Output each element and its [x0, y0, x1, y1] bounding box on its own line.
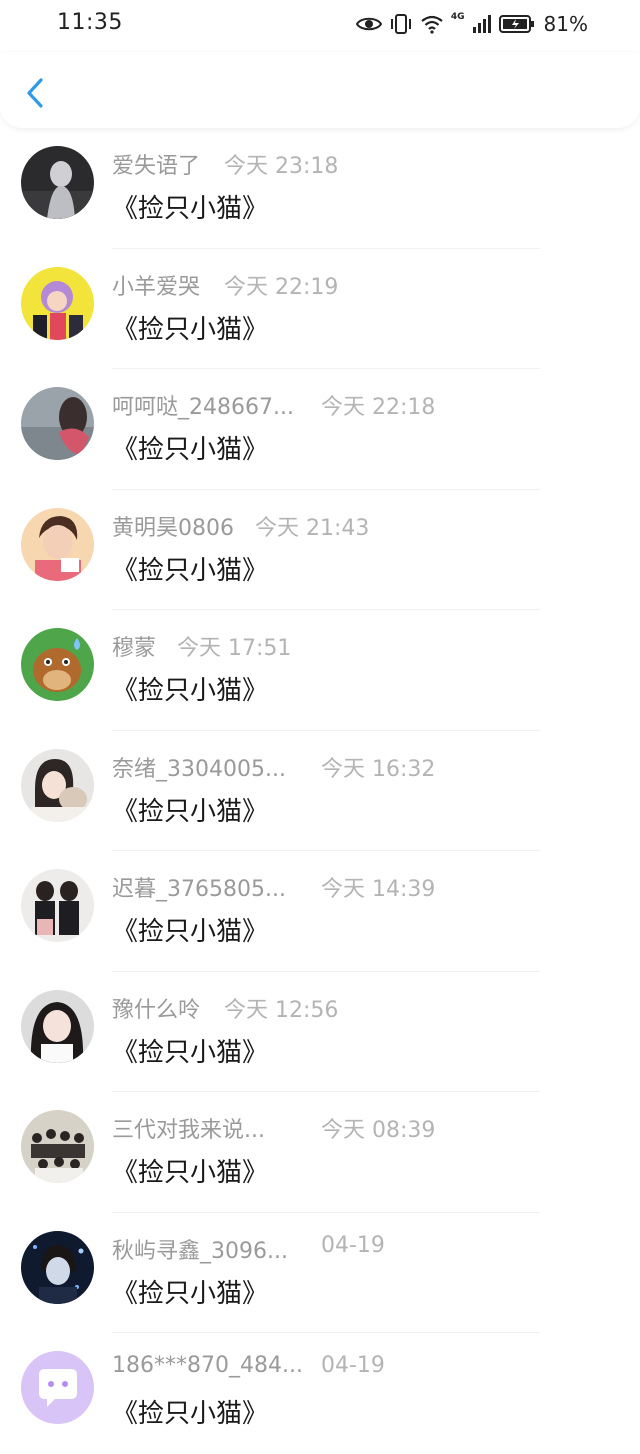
battery-percent: 81% [543, 12, 588, 36]
message-time: 今天 08:39 [321, 1118, 436, 1143]
list-item[interactable]: 黄明昊0806 今天 21:43 《捡只小猫》 [0, 490, 640, 610]
vibrate-icon [390, 14, 411, 34]
sender-name[interactable]: 秋屿寻鑫_3096... [112, 1233, 288, 1265]
sender-name[interactable]: 小羊爱哭 [112, 269, 200, 301]
network-type-label: 4G [450, 12, 465, 22]
avatar[interactable] [21, 266, 94, 340]
message-meta: 呵呵哒_248667... 今天 22:18 [112, 389, 632, 421]
status-icons: 4G 81% [355, 12, 588, 36]
wifi-icon [421, 15, 443, 34]
message-time: 今天 14:39 [321, 877, 436, 902]
list-item[interactable]: 豫什么呤 今天 12:56 《捡只小猫》 [0, 972, 640, 1092]
message-meta: 奈绪_3304005... 今天 16:32 [112, 751, 632, 783]
message-list: 爱失语了 今天 23:18 《捡只小猫》 小羊爱哭 今天 22:19 《捡只小猫… [0, 128, 640, 1454]
sender-name[interactable]: 爱失语了 [112, 148, 200, 180]
avatar[interactable] [21, 1230, 94, 1304]
eye-icon [355, 17, 382, 31]
top-app-bar [0, 52, 640, 128]
message-time: 今天 21:43 [255, 515, 370, 541]
list-item[interactable]: 小羊爱哭 今天 22:19 《捡只小猫》 [0, 249, 640, 369]
message-meta: 迟暮_3765805... 今天 14:39 [112, 871, 632, 903]
status-bar: 11:35 4G 81% [0, 0, 640, 52]
list-item[interactable]: 奈绪_3304005... 今天 16:32 《捡只小猫》 [0, 731, 640, 851]
message-time: 今天 17:51 [177, 636, 292, 661]
avatar[interactable] [21, 387, 94, 460]
avatar[interactable] [21, 628, 94, 701]
list-item[interactable]: 迟暮_3765805... 今天 14:39 《捡只小猫》 [0, 851, 640, 972]
message-meta: 黄明昊0806 今天 21:43 [112, 510, 632, 542]
message-time: 今天 12:56 [224, 997, 339, 1023]
message-meta: 秋屿寻鑫_3096... 04-19 [112, 1232, 632, 1265]
sender-name[interactable]: 豫什么呤 [112, 992, 200, 1024]
avatar[interactable] [21, 1110, 94, 1183]
avatar[interactable] [21, 748, 94, 822]
status-time: 11:35 [57, 10, 123, 35]
list-item[interactable]: 三代对我来说... 今天 08:39 《捡只小猫》 [0, 1092, 640, 1213]
message-content: 《捡只小猫》 [112, 796, 269, 827]
message-meta: 三代对我来说... 今天 08:39 [112, 1112, 632, 1144]
avatar[interactable] [21, 869, 94, 942]
message-time: 04-19 [321, 1353, 385, 1378]
sender-name[interactable]: 186***870_484... [112, 1353, 303, 1378]
message-content: 《捡只小猫》 [112, 676, 269, 706]
message-time: 今天 23:18 [224, 154, 339, 179]
message-content: 《捡只小猫》 [112, 1037, 269, 1068]
sender-name[interactable]: 呵呵哒_248667... [112, 389, 294, 421]
message-time: 今天 22:19 [224, 274, 339, 300]
sender-name[interactable]: 奈绪_3304005... [112, 751, 286, 783]
battery-icon [498, 15, 534, 33]
avatar[interactable] [21, 1351, 94, 1424]
signal-icon [472, 15, 491, 33]
message-meta: 小羊爱哭 今天 22:19 [112, 269, 632, 301]
message-time: 今天 16:32 [321, 756, 436, 782]
message-time: 今天 22:18 [321, 395, 436, 420]
message-content: 《捡只小猫》 [112, 314, 269, 345]
message-content: 《捡只小猫》 [112, 555, 269, 586]
sender-name[interactable]: 穆蒙 [112, 630, 156, 662]
avatar[interactable] [21, 146, 94, 219]
message-content: 《捡只小猫》 [112, 1158, 269, 1188]
avatar[interactable] [21, 989, 94, 1063]
message-meta: 爱失语了 今天 23:18 [112, 148, 632, 180]
message-meta: 186***870_484... 04-19 [112, 1353, 632, 1383]
message-content: 《捡只小猫》 [112, 1399, 269, 1429]
message-meta: 豫什么呤 今天 12:56 [112, 992, 632, 1024]
message-content: 《捡只小猫》 [112, 1278, 269, 1309]
avatar[interactable] [21, 507, 94, 581]
message-content: 《捡只小猫》 [112, 917, 269, 947]
sender-name[interactable]: 黄明昊0806 [112, 510, 234, 542]
list-item[interactable]: 爱失语了 今天 23:18 《捡只小猫》 [0, 128, 640, 249]
list-item[interactable]: 秋屿寻鑫_3096... 04-19 《捡只小猫》 [0, 1213, 640, 1333]
back-button[interactable] [18, 74, 52, 112]
message-content: 《捡只小猫》 [112, 435, 269, 465]
list-item[interactable]: 186***870_484... 04-19 《捡只小猫》 [0, 1333, 640, 1454]
message-meta: 穆蒙 今天 17:51 [112, 630, 632, 662]
sender-name[interactable]: 迟暮_3765805... [112, 871, 286, 903]
message-content: 《捡只小猫》 [112, 194, 269, 224]
list-item[interactable]: 穆蒙 今天 17:51 《捡只小猫》 [0, 610, 640, 731]
sender-name[interactable]: 三代对我来说... [112, 1112, 265, 1144]
message-time: 04-19 [321, 1232, 385, 1258]
list-item[interactable]: 呵呵哒_248667... 今天 22:18 《捡只小猫》 [0, 369, 640, 490]
chevron-left-icon [27, 78, 43, 108]
